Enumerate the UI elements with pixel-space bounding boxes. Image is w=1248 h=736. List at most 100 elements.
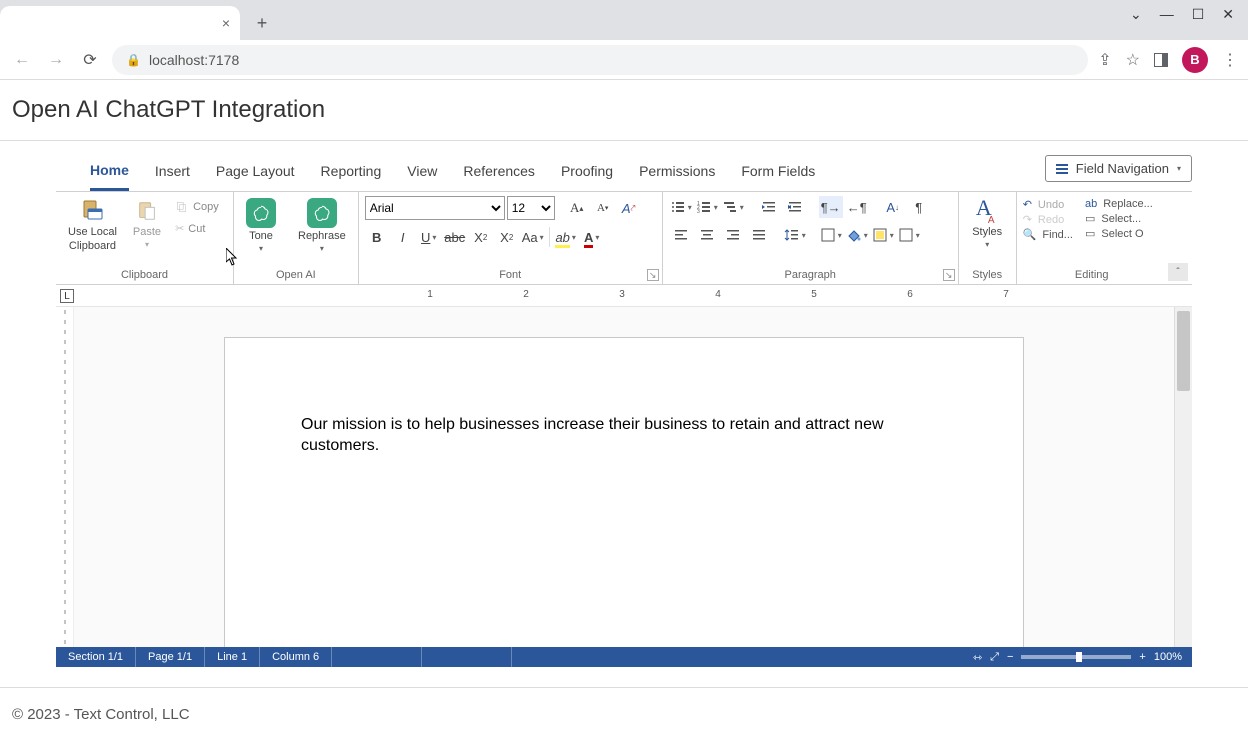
font-size-select[interactable]: 12 — [507, 196, 555, 220]
replace-button[interactable]: abReplace... — [1085, 198, 1153, 210]
copy-button[interactable]: Copy — [171, 198, 223, 216]
highlight-color-button[interactable]: ab — [554, 226, 578, 248]
clear-formatting-button[interactable]: A⤤ — [617, 197, 641, 219]
font-name-select[interactable]: Arial — [365, 196, 505, 220]
redo-button[interactable]: ↷Redo — [1023, 213, 1073, 226]
superscript-button[interactable]: X2 — [495, 226, 519, 248]
tone-button[interactable]: Tone ▾ — [240, 196, 282, 255]
frame-fill-button[interactable] — [871, 224, 895, 246]
frame-lines-button[interactable] — [897, 224, 921, 246]
back-button[interactable]: ← — [10, 48, 34, 72]
tab-view[interactable]: View — [407, 153, 437, 189]
use-local-clipboard-button[interactable]: Use Local Clipboard — [62, 196, 123, 254]
undo-button[interactable]: ↶Undo — [1023, 198, 1073, 211]
align-right-button[interactable] — [721, 224, 745, 246]
new-tab-button[interactable]: + — [248, 9, 276, 37]
share-icon[interactable]: ⇪ — [1098, 50, 1111, 70]
tab-home[interactable]: Home — [90, 152, 129, 191]
tab-permissions[interactable]: Permissions — [639, 153, 715, 189]
tab-references[interactable]: References — [463, 153, 535, 189]
cut-button[interactable]: ✂ Cut — [171, 220, 223, 237]
status-page[interactable]: Page 1/1 — [136, 647, 205, 667]
find-button[interactable]: 🔍Find... — [1023, 228, 1073, 241]
ruler-horizontal[interactable]: L 1 2 3 4 5 6 7 — [56, 287, 1192, 307]
subscript-button[interactable]: X2 — [469, 226, 493, 248]
fit-page-icon[interactable]: ⤢ — [990, 651, 999, 664]
reload-button[interactable]: ⟳ — [78, 48, 102, 72]
align-center-button[interactable] — [695, 224, 719, 246]
paragraph-dialog-launcher[interactable]: ↘ — [943, 269, 955, 281]
maximize-icon[interactable]: ☐ — [1192, 6, 1205, 23]
bullets-button[interactable] — [669, 196, 693, 218]
justify-button[interactable] — [747, 224, 771, 246]
tab-stop-selector[interactable]: L — [60, 289, 74, 303]
shading-button[interactable] — [845, 224, 869, 246]
close-window-icon[interactable]: ✕ — [1222, 6, 1234, 23]
document-page[interactable]: Our mission is to help businesses increa… — [224, 337, 1024, 647]
numbering-button[interactable]: 123 — [695, 196, 719, 218]
increase-indent-button[interactable] — [783, 196, 807, 218]
browser-menu-icon[interactable]: ⋮ — [1222, 50, 1238, 70]
field-navigation-label: Field Navigation — [1076, 161, 1169, 176]
forward-button[interactable]: → — [44, 48, 68, 72]
status-section[interactable]: Section 1/1 — [56, 647, 136, 667]
group-label-editing: Editing — [1023, 268, 1161, 284]
browser-tab[interactable]: × — [0, 6, 240, 40]
decrease-indent-button[interactable] — [757, 196, 781, 218]
grow-font-button[interactable]: A▴ — [565, 197, 589, 219]
zoom-out-button[interactable]: − — [1007, 651, 1013, 663]
zoom-slider[interactable] — [1021, 655, 1131, 659]
bookmark-star-icon[interactable]: ☆ — [1126, 50, 1140, 70]
status-column[interactable]: Column 6 — [260, 647, 332, 667]
field-navigation-dropdown[interactable]: Field Navigation ▾ — [1045, 155, 1192, 182]
bold-button[interactable]: B — [365, 226, 389, 248]
document-body-text[interactable]: Our mission is to help businesses increa… — [301, 415, 941, 457]
clipboard-monitor-icon — [78, 198, 106, 224]
select-objects-button[interactable]: ▭Select O — [1085, 227, 1153, 240]
paste-button[interactable]: Paste ▾ — [127, 196, 167, 251]
font-color-button[interactable]: A — [580, 226, 604, 248]
zoom-in-button[interactable]: + — [1139, 651, 1145, 663]
italic-button[interactable]: I — [391, 226, 415, 248]
profile-avatar[interactable]: B — [1182, 47, 1208, 73]
collapse-ribbon-button[interactable]: ˆ — [1168, 263, 1188, 281]
tab-page-layout[interactable]: Page Layout — [216, 153, 295, 189]
rtl-button[interactable]: ←¶ — [845, 196, 869, 218]
multilevel-list-button[interactable] — [721, 196, 745, 218]
tab-form-fields[interactable]: Form Fields — [741, 153, 815, 189]
ltr-button[interactable]: ¶→ — [819, 196, 843, 218]
browser-tab-strip: × + ⌄ — ☐ ✕ — [0, 0, 1248, 40]
sort-button[interactable]: A↓ — [881, 196, 905, 218]
change-case-button[interactable]: Aa — [521, 226, 545, 248]
tab-proofing[interactable]: Proofing — [561, 153, 613, 189]
zoom-level[interactable]: 100% — [1154, 651, 1182, 663]
styles-button[interactable]: AA Styles ▾ — [966, 196, 1008, 251]
url-field[interactable]: 🔒 localhost:7178 — [112, 45, 1088, 75]
shrink-font-button[interactable]: A▾ — [591, 197, 615, 219]
chevron-down-icon[interactable]: ⌄ — [1130, 6, 1142, 23]
ruler-vertical[interactable] — [56, 307, 74, 647]
rephrase-button[interactable]: Rephrase ▾ — [292, 196, 352, 255]
status-line[interactable]: Line 1 — [205, 647, 260, 667]
font-dialog-launcher[interactable]: ↘ — [647, 269, 659, 281]
page-title: Open AI ChatGPT Integration — [0, 80, 1248, 140]
borders-button[interactable] — [819, 224, 843, 246]
underline-button[interactable]: U — [417, 226, 441, 248]
document-canvas[interactable]: Our mission is to help businesses increa… — [74, 307, 1174, 647]
strikethrough-button[interactable]: abc — [443, 226, 467, 248]
document-scrollbar[interactable] — [1174, 307, 1192, 647]
select-button[interactable]: ▭Select... — [1085, 212, 1153, 225]
group-label-font: Font — [365, 268, 656, 284]
tab-reporting[interactable]: Reporting — [321, 153, 382, 189]
tab-insert[interactable]: Insert — [155, 153, 190, 189]
minimize-icon[interactable]: — — [1160, 6, 1174, 23]
line-spacing-button[interactable] — [783, 224, 807, 246]
fit-width-icon[interactable]: ⇿ — [973, 651, 982, 664]
browser-address-bar: ← → ⟳ 🔒 localhost:7178 ⇪ ☆ B ⋮ — [0, 40, 1248, 80]
scrollbar-thumb[interactable] — [1177, 311, 1190, 391]
side-panel-icon[interactable] — [1154, 53, 1168, 67]
show-marks-button[interactable]: ¶ — [907, 196, 931, 218]
close-tab-icon[interactable]: × — [222, 15, 230, 31]
align-left-button[interactable] — [669, 224, 693, 246]
chevron-down-icon: ▾ — [1177, 164, 1181, 173]
